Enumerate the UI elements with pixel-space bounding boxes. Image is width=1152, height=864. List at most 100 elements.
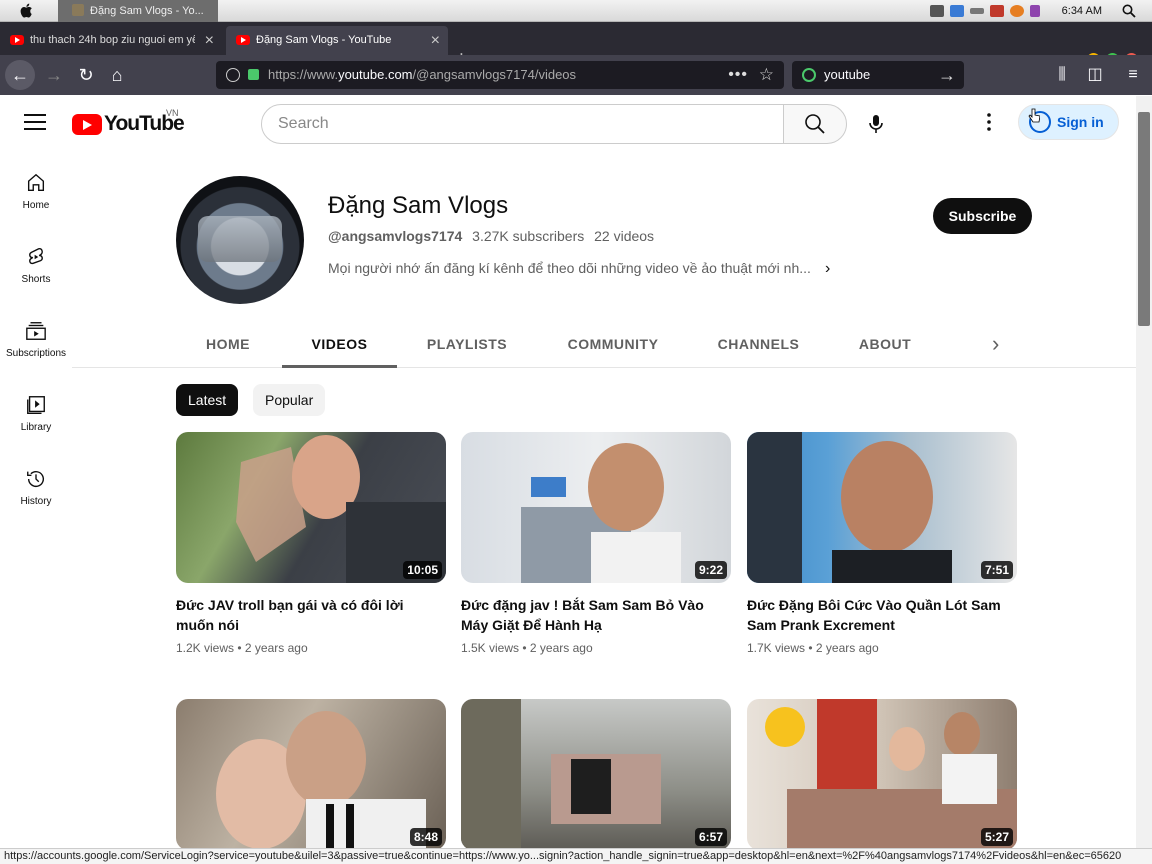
channel-description[interactable]: Mọi người nhớ ấn đăng kí kênh để theo dõ… — [328, 260, 830, 278]
tab-about[interactable]: ABOUT — [846, 320, 924, 368]
home-browser-icon[interactable]: ⌂ — [102, 60, 132, 90]
chip-popular[interactable]: Popular — [253, 384, 326, 416]
video-metadata: 1.2K views • 2 years ago — [176, 641, 308, 655]
sidebar-item-label: History — [20, 496, 52, 507]
subscribe-button[interactable]: Subscribe — [933, 198, 1032, 234]
video-duration: 6:57 — [694, 828, 727, 846]
search-tray-icon[interactable] — [1009, 5, 1024, 17]
video-card[interactable]: 10:05 Đức JAV troll bạn gái và có đôi lờ… — [176, 432, 446, 655]
sidebar-item-history[interactable]: History — [0, 448, 72, 522]
tab-title: Đặng Sam Vlogs - YouTube — [256, 34, 392, 46]
video-card[interactable]: 8:48 — [176, 699, 446, 850]
sign-in-label: Sign in — [1057, 114, 1104, 130]
lock-icon[interactable] — [248, 69, 259, 80]
tray-app-icon[interactable] — [989, 5, 1004, 17]
tab-channels[interactable]: CHANNELS — [706, 320, 811, 368]
shorts-icon — [29, 247, 43, 265]
url-prefix: https://www. — [268, 67, 339, 82]
network-icon[interactable] — [949, 5, 964, 17]
video-thumbnail[interactable]: 7:51 — [747, 432, 1017, 583]
sidebar-item-library[interactable]: Library — [0, 374, 72, 448]
close-tab-icon[interactable]: × — [431, 26, 440, 55]
tab-title: thu thach 24h bop ziu nguoi em yêu — [30, 34, 195, 46]
video-thumbnail[interactable]: 6:57 — [461, 699, 731, 850]
browser-tab-bar: thu thach 24h bop ziu nguoi em yêu × Đặn… — [0, 22, 1152, 70]
settings-more-icon[interactable] — [977, 110, 1001, 138]
link-status-bar: https://accounts.google.com/ServiceLogin… — [0, 848, 1152, 864]
video-age: 2 years ago — [529, 641, 593, 655]
channel-avatar[interactable] — [176, 176, 304, 304]
tab-community[interactable]: COMMUNITY — [554, 320, 672, 368]
spotlight-icon[interactable] — [1122, 4, 1136, 18]
close-tab-icon[interactable]: × — [205, 26, 214, 55]
youtube-favicon-icon — [10, 35, 24, 45]
channel-meta: @angsamvlogs7174 3.27K subscribers 22 vi… — [328, 228, 654, 244]
menu-icon[interactable]: ≡ — [1118, 60, 1148, 90]
subscriber-count: 3.27K subscribers — [472, 228, 585, 244]
video-duration: 7:51 — [980, 561, 1013, 579]
tab-home[interactable]: HOME — [184, 320, 272, 368]
reload-icon[interactable]: ↻ — [71, 60, 101, 90]
battery-icon[interactable] — [929, 5, 944, 17]
browser-search-field[interactable]: youtube → — [792, 61, 964, 89]
voice-search-button[interactable] — [856, 104, 896, 144]
video-thumbnail[interactable]: 8:48 — [176, 699, 446, 850]
video-title[interactable]: Đức JAV troll bạn gái và có đôi lời muốn… — [176, 595, 441, 635]
sidebar-item-label: Shorts — [21, 274, 51, 285]
chevron-right-icon[interactable]: › — [825, 260, 830, 277]
browser-tab-1[interactable]: thu thach 24h bop ziu nguoi em yêu × — [0, 26, 222, 55]
bookmark-star-icon[interactable]: ☆ — [759, 61, 774, 89]
sidebar-item-subscriptions[interactable]: Subscriptions — [0, 300, 72, 374]
tab-videos[interactable]: VIDEOS — [282, 320, 397, 368]
home-icon — [27, 173, 45, 192]
channel-description-text: Mọi người nhớ ấn đăng kí kênh để theo dõ… — [328, 260, 811, 276]
forward-arrow-icon[interactable]: → — [39, 60, 69, 90]
channel-handle: @angsamvlogs7174 — [328, 228, 463, 244]
scrollbar-thumb[interactable] — [1138, 112, 1150, 326]
sidebar-item-home[interactable]: Home — [0, 152, 72, 226]
video-title[interactable]: Đức Đặng Bôi Cức Vào Quần Lót Sam Sam Pr… — [747, 595, 1012, 635]
sidebar-toggle-icon[interactable]: ◫ — [1080, 60, 1110, 90]
search-input[interactable]: Search — [261, 104, 784, 144]
video-views: 1.2K views — [176, 641, 235, 655]
video-card[interactable]: 7:51 Đức Đặng Bôi Cức Vào Quần Lót Sam S… — [747, 432, 1017, 655]
video-metadata: 1.7K views • 2 years ago — [747, 641, 879, 655]
channel-name: Đặng Sam Vlogs — [328, 192, 509, 219]
chip-latest[interactable]: Latest — [176, 384, 239, 416]
video-card[interactable]: 9:22 Đức đặng jav ! Bắt Sam Sam Bỏ Vào M… — [461, 432, 731, 655]
browser-nav-bar: ← → ↻ ⌂ https://www.youtube.com/@angsamv… — [0, 55, 1152, 95]
clock[interactable]: 6:34 AM — [1062, 5, 1102, 17]
youtube-logo[interactable]: YouTube VN — [72, 108, 185, 136]
search-button[interactable] — [783, 104, 847, 144]
tabs-next-chevron-icon[interactable]: › — [992, 320, 1016, 368]
video-card[interactable]: 6:57 — [461, 699, 731, 850]
thumbnail-image — [765, 699, 1017, 850]
video-thumbnail[interactable]: 10:05 — [176, 432, 446, 583]
url-path: /@angsamvlogs7174/videos — [412, 67, 577, 82]
app-favicon-icon — [72, 4, 84, 16]
site-info-icon[interactable] — [226, 68, 240, 82]
library-browser-icon[interactable]: ⫼ — [1047, 60, 1077, 90]
video-thumbnail[interactable]: 5:27 — [747, 699, 1017, 850]
back-arrow-icon[interactable]: ← — [5, 60, 35, 90]
guide-menu-icon[interactable] — [24, 114, 46, 132]
sidebar-item-shorts[interactable]: Shorts — [0, 226, 72, 300]
sidebar-item-label: Subscriptions — [5, 348, 67, 359]
apple-icon[interactable] — [20, 3, 34, 18]
page-actions-icon[interactable]: ••• — [728, 61, 748, 89]
user-tray-icon[interactable] — [1029, 5, 1040, 17]
display-icon[interactable] — [969, 8, 984, 14]
video-age: 2 years ago — [244, 641, 308, 655]
video-title[interactable]: Đức đặng jav ! Bắt Sam Sam Bỏ Vào Máy Gi… — [461, 595, 726, 635]
active-window-title[interactable]: Đặng Sam Vlogs - Yo... — [58, 0, 218, 22]
tab-playlists[interactable]: PLAYLISTS — [412, 320, 522, 368]
browser-tab-2[interactable]: Đặng Sam Vlogs - YouTube × — [226, 26, 448, 55]
go-arrow-icon[interactable]: → — [938, 61, 956, 89]
video-age: 2 years ago — [815, 641, 879, 655]
search-engine-icon[interactable] — [802, 68, 816, 82]
thumbnail-image — [521, 443, 681, 583]
video-card[interactable]: 5:27 — [747, 699, 1017, 850]
video-thumbnail[interactable]: 9:22 — [461, 432, 731, 583]
address-bar[interactable]: https://www.youtube.com/@angsamvlogs7174… — [216, 61, 784, 89]
video-duration: 10:05 — [403, 561, 442, 579]
